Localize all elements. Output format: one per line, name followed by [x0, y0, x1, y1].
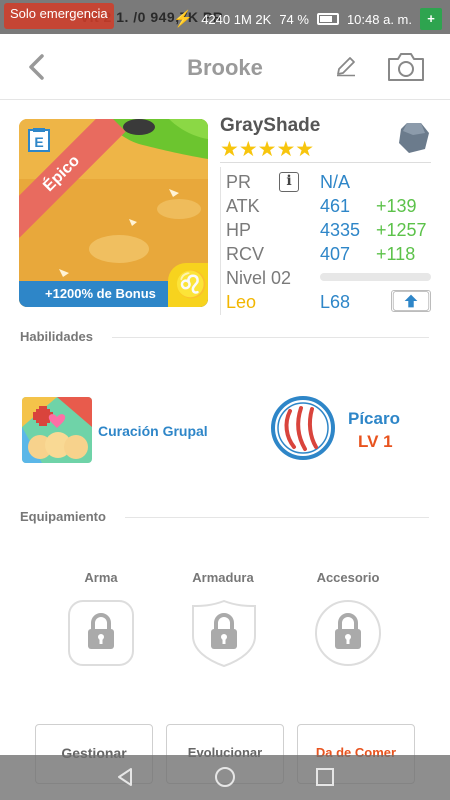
nav-home-icon[interactable] — [213, 765, 237, 789]
stat-atk-value: 461 — [320, 196, 351, 216]
emergency-only-notice: Solo emergencia — [4, 3, 114, 29]
armor-slot-lock-icon[interactable] — [189, 598, 259, 668]
page-title: Brooke — [187, 55, 263, 80]
zodiac-level-value: L68 — [320, 292, 351, 312]
skills-section-title: Habilidades — [20, 329, 93, 344]
level-label: Nivel 02 — [226, 268, 292, 288]
class-level: LV 1 — [358, 432, 393, 451]
upgrade-arrow-icon[interactable] — [391, 290, 431, 312]
zodiac-badge: ♌ — [168, 263, 208, 307]
stat-hp-value: 4335 — [320, 220, 361, 240]
stat-pr-label: PR — [226, 172, 252, 192]
stat-rcv-label: RCV — [226, 244, 265, 264]
energy-icon: ⚡ — [173, 11, 194, 28]
stat-hp-label: HP — [226, 220, 252, 240]
slot-label-weapon: Arma — [84, 570, 118, 585]
plus-icon[interactable]: + — [420, 8, 442, 30]
equipment-section-title: Equipamiento — [20, 509, 106, 524]
battery-percent: 74 % — [279, 11, 309, 27]
stat-rcv-bonus: +118 — [376, 244, 416, 264]
stat-atk-label: ATK — [226, 196, 260, 216]
rogue-claw-icon[interactable] — [270, 395, 336, 461]
group-heal-skill-icon[interactable] — [22, 397, 92, 463]
stat-pr-value: N/A — [320, 172, 351, 192]
system-navigation-bar — [0, 755, 450, 800]
divider — [220, 162, 431, 163]
stat-rcv-value: 407 — [320, 244, 351, 264]
pet-card[interactable]: Épico E +1200% de Bonus ♌ — [19, 119, 208, 307]
element-gem-icon — [399, 123, 429, 153]
status-icons: ⚡ 4240 1M 2K 74 % 10:48 a. m. + — [173, 8, 442, 30]
zodiac-sign-label: Leo — [226, 292, 257, 312]
battery-icon — [316, 13, 339, 25]
nav-recents-icon[interactable] — [313, 765, 337, 789]
slot-label-accessory: Accesorio — [316, 570, 380, 585]
clock: 10:48 a. m. — [346, 11, 412, 27]
pet-name: GrayShade — [220, 115, 321, 136]
class-name: Pícaro — [348, 409, 400, 428]
pencil-icon[interactable] — [334, 54, 358, 78]
divider — [125, 517, 429, 518]
svg-text:E: E — [34, 134, 43, 150]
divider — [112, 337, 429, 338]
level-progress-bar — [320, 273, 431, 281]
info-icon[interactable]: i — [279, 172, 299, 192]
star-rating: ★★★★★ — [220, 138, 315, 161]
accessory-slot-lock-icon[interactable] — [313, 598, 383, 668]
slot-label-armor: Armadura — [192, 570, 254, 585]
badge-icon: E — [28, 128, 50, 152]
leo-icon: ♌ — [175, 269, 208, 299]
divider — [220, 167, 221, 315]
camera-icon[interactable] — [386, 51, 426, 83]
status-bar: Vit 2 1. /0 949,7K PR Solo emergencia ⚡ … — [0, 0, 450, 34]
stat-atk-bonus: +139 — [376, 196, 417, 216]
weapon-slot-lock-icon[interactable] — [66, 598, 136, 668]
resources-text: 4240 1M 2K — [201, 11, 272, 27]
skill-name: Curación Grupal — [98, 423, 208, 439]
stat-hp-bonus: +1257 — [376, 220, 427, 240]
header-bar: Brooke — [0, 34, 450, 100]
nav-back-icon[interactable] — [113, 765, 137, 789]
